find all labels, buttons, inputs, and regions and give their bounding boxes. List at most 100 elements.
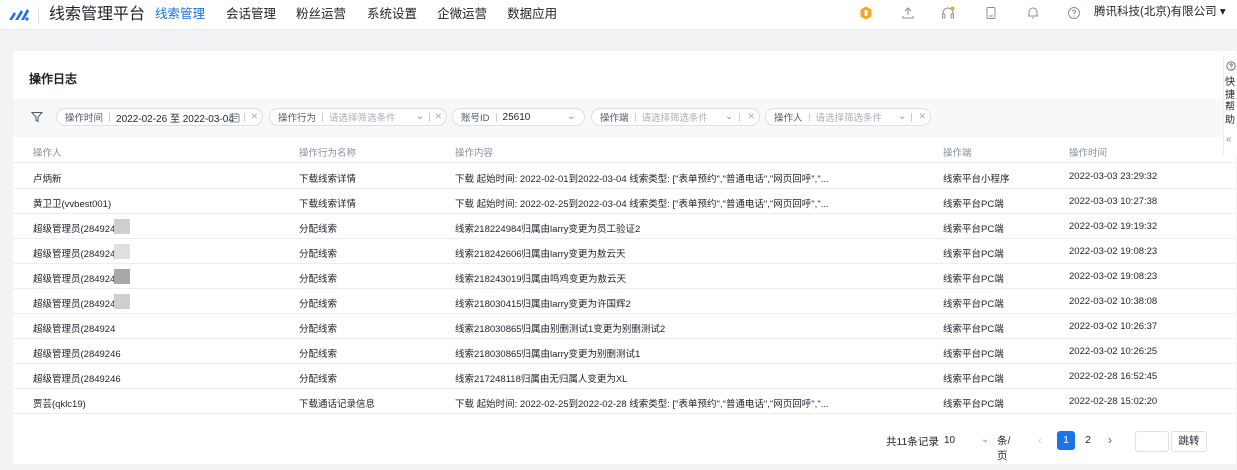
chevron-down-icon[interactable]: ⌄ [725, 111, 733, 122]
cell-operator: 贾芸(qklc19) [33, 399, 86, 410]
table-row[interactable]: 贾芸(qklc19) 下载通话记录信息 下载 起始时间: 2022-02-25到… [13, 389, 1236, 414]
page-button-2[interactable]: 2 [1079, 431, 1097, 450]
logo-divider [38, 7, 39, 23]
nav-item-clue-management[interactable]: 线索管理 [155, 3, 205, 30]
chip-separator [244, 113, 245, 122]
prev-page-icon[interactable]: ‹ [1038, 433, 1042, 447]
table-row[interactable]: 超级管理员(284924( 分配线索 线索218030415归属由larry变更… [13, 289, 1236, 314]
cell-time: 2022-03-02 10:26:25 [1069, 346, 1158, 357]
cell-content: 下载 起始时间: 2022-02-01到2022-03-04 线索类型: ["表… [455, 174, 829, 185]
cell-terminal: 线索平台PC端 [943, 374, 1004, 385]
close-icon[interactable]: ✕ [747, 111, 755, 122]
filter-icon[interactable] [31, 111, 43, 123]
nav-item-system-settings[interactable]: 系统设置 [367, 3, 417, 30]
calendar-icon[interactable] [229, 112, 240, 123]
cell-terminal: 线索平台PC端 [943, 349, 1004, 360]
jump-page-input[interactable] [1135, 431, 1169, 452]
table-row[interactable]: 超级管理员(2849246 分配线索 线索218030865归属由larry变更… [13, 339, 1236, 364]
chip-separator [429, 113, 430, 122]
cell-content: 线索218030865归属由larry变更为别删测试1 [455, 349, 641, 360]
help-icon[interactable] [1066, 5, 1082, 21]
cell-operator: 黄卫卫(vvbest001) [33, 199, 112, 210]
cell-time: 2022-03-02 10:38:08 [1069, 296, 1158, 307]
nav-item-fans-operation[interactable]: 粉丝运营 [296, 3, 346, 30]
cell-terminal: 线索平台PC端 [943, 299, 1004, 310]
nav-item-wecom-operation[interactable]: 企微运营 [437, 3, 487, 30]
help-circle-icon[interactable] [1226, 61, 1236, 71]
page-size-select[interactable]: 10 ⌄ 条/页 [938, 429, 1018, 462]
filter-terminal-placeholder: 请选择筛选条件 [641, 113, 709, 124]
chevron-down-icon: ⌄ [981, 434, 990, 445]
logo-icon[interactable] [8, 6, 30, 22]
cell-action: 分配线索 [299, 374, 338, 385]
cell-operator: 超级管理员(284924( [33, 299, 119, 310]
cell-content: 线索218242606归属由larry变更为敖云天 [455, 249, 626, 260]
table-row[interactable]: 超级管理员(2849246 分配线索 线索217248118归属由无归属人变更为… [13, 364, 1236, 389]
company-switcher[interactable]: 腾讯科技(北京)有限公司 ▾ [1094, 4, 1226, 20]
jump-button[interactable]: 跳转 [1171, 431, 1207, 452]
cell-operator: 超级管理员(284924F [33, 249, 122, 260]
filter-time-range[interactable]: 操作时间 2022-02-26 至 2022-03-04 ✕ [56, 108, 263, 126]
filter-action[interactable]: 操作行为 请选择筛选条件 ⌄ ✕ [269, 108, 447, 126]
document-icon[interactable] [983, 5, 999, 21]
table-row[interactable]: 超级管理员(2849246 分配线索 线索218224984归属由larry变更… [13, 214, 1236, 239]
cell-action: 分配线索 [299, 224, 338, 235]
next-page-icon[interactable]: › [1108, 433, 1112, 447]
collapse-double-chevron-icon[interactable]: « [1226, 134, 1232, 145]
cell-time: 2022-03-02 19:08:23 [1069, 271, 1158, 282]
cell-action: 分配线索 [299, 324, 338, 335]
cell-content: 线索218030865归属由别删测试1变更为别删测试2 [455, 324, 666, 335]
filter-terminal[interactable]: 操作端 请选择筛选条件 ⌄ ✕ [591, 108, 760, 126]
close-icon[interactable]: ✕ [434, 111, 442, 122]
chevron-down-icon[interactable]: ⌄ [898, 111, 906, 122]
column-header-content: 操作内容 [455, 148, 494, 159]
company-name: 腾讯科技(北京)有限公司 [1094, 6, 1217, 18]
redaction-mask [114, 269, 130, 284]
cell-time: 2022-02-28 15:02:20 [1069, 396, 1158, 407]
close-icon[interactable]: ✕ [250, 111, 258, 122]
column-header-operator: 操作人 [33, 148, 62, 159]
cell-terminal: 线索平台小程序 [943, 174, 1010, 185]
filter-bar: 操作时间 2022-02-26 至 2022-03-04 ✕ 操作行为 请选择筛… [13, 99, 1236, 137]
cell-time: 2022-03-02 19:19:32 [1069, 221, 1158, 232]
table-row[interactable]: 黄卫卫(vvbest001) 下载线索详情 下载 起始时间: 2022-02-2… [13, 189, 1236, 214]
cell-content: 线索218224984归属由larry变更为员工验证2 [455, 224, 641, 235]
column-header-action: 操作行为名称 [299, 148, 357, 159]
headset-icon[interactable] [940, 5, 956, 21]
cell-terminal: 线索平台PC端 [943, 199, 1004, 210]
close-icon[interactable]: ✕ [918, 111, 926, 122]
app-title[interactable]: 线索管理平台 [49, 3, 145, 27]
quick-help-label[interactable]: 快捷帮助 [1225, 77, 1237, 127]
upload-icon[interactable] [900, 5, 916, 21]
chevron-down-icon[interactable]: ⌄ [416, 111, 424, 122]
filter-terminal-label: 操作端 [600, 113, 629, 124]
page-title: 操作日志 [29, 72, 78, 86]
filter-time-value: 2022-02-26 至 2022-03-04 [116, 113, 234, 125]
cell-action: 分配线索 [299, 349, 338, 360]
filter-operator[interactable]: 操作人 请选择筛选条件 ⌄ ✕ [765, 108, 931, 126]
table-row[interactable]: 超级管理员(284924F 分配线索 线索218242606归属由larry变更… [13, 239, 1236, 264]
table-row[interactable]: 超级管理员(284924 分配线索 线索218243019归属由鸣鸡变更为敖云天… [13, 264, 1236, 289]
filter-account-label: 账号ID [461, 113, 490, 124]
page-size-value: 10 [944, 434, 956, 446]
top-bar: 线索管理平台 线索管理 会话管理 粉丝运营 系统设置 企微运营 数据应用 腾讯科… [0, 0, 1237, 30]
cell-time: 2022-03-02 10:26:37 [1069, 321, 1158, 332]
filter-time-label: 操作时间 [65, 113, 104, 124]
nav-item-data-application[interactable]: 数据应用 [507, 3, 557, 30]
cell-action: 下载通话记录信息 [299, 399, 376, 410]
cell-terminal: 线索平台PC端 [943, 274, 1004, 285]
page-button-1[interactable]: 1 [1057, 431, 1075, 450]
nav-item-session-management[interactable]: 会话管理 [226, 3, 276, 30]
filter-account-value: 25610 [502, 111, 531, 123]
table-row[interactable]: 卢炳新 下载线索详情 下载 起始时间: 2022-02-01到2022-03-0… [13, 164, 1236, 189]
column-header-time: 操作时间 [1069, 148, 1108, 159]
filter-account-id[interactable]: 账号ID 25610 ⌄ [452, 108, 585, 126]
chevron-down-icon[interactable]: ⌄ [567, 111, 575, 122]
chip-divider [322, 112, 324, 122]
table-row[interactable]: 超级管理员(284924 分配线索 线索218030865归属由别删测试1变更为… [13, 314, 1236, 339]
cell-time: 2022-03-02 19:08:23 [1069, 246, 1158, 257]
chip-divider [808, 112, 810, 122]
hexagon-badge-icon[interactable] [858, 5, 874, 21]
cell-operator: 超级管理员(2849246 [33, 374, 121, 385]
bell-icon[interactable] [1025, 5, 1041, 21]
